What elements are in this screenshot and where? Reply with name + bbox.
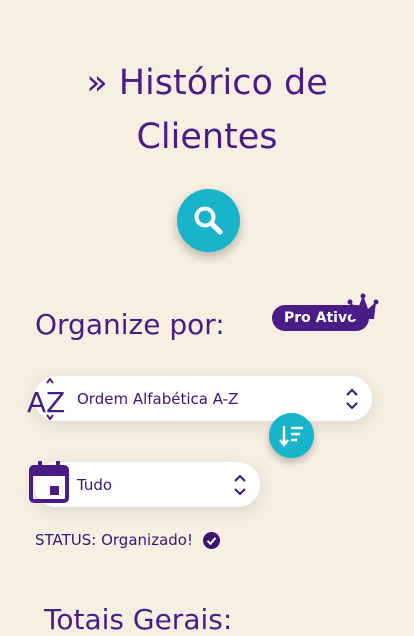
page-title-line2: Clientes [136, 117, 278, 157]
page-title: » Histórico de Clientes [0, 56, 414, 164]
crown-icon [347, 293, 379, 319]
sort-descending-icon [278, 425, 303, 447]
svg-text:A: A [27, 386, 46, 419]
order-select-value: Ordem Alfabética A-Z [77, 389, 239, 408]
totals-heading: Totais Gerais: [44, 603, 233, 636]
chevron-updown-icon [346, 388, 358, 410]
order-select[interactable]: Ordem Alfabética A-Z [34, 376, 372, 421]
page-title-line1: » Histórico de [86, 63, 328, 103]
svg-text:Z: Z [46, 386, 65, 419]
check-circle-icon [202, 531, 220, 549]
sort-alpha-az-icon: A Z [27, 378, 65, 420]
status-text: STATUS: Organizado! [35, 531, 193, 549]
search-button[interactable] [177, 189, 240, 252]
search-icon [194, 206, 222, 234]
calendar-icon [29, 461, 69, 503]
period-select-value: Tudo [77, 475, 113, 494]
status-row: STATUS: Organizado! [35, 531, 220, 549]
sort-direction-button[interactable] [269, 413, 314, 458]
chevron-updown-icon [234, 474, 246, 496]
organize-label: Organize por: [35, 308, 225, 341]
